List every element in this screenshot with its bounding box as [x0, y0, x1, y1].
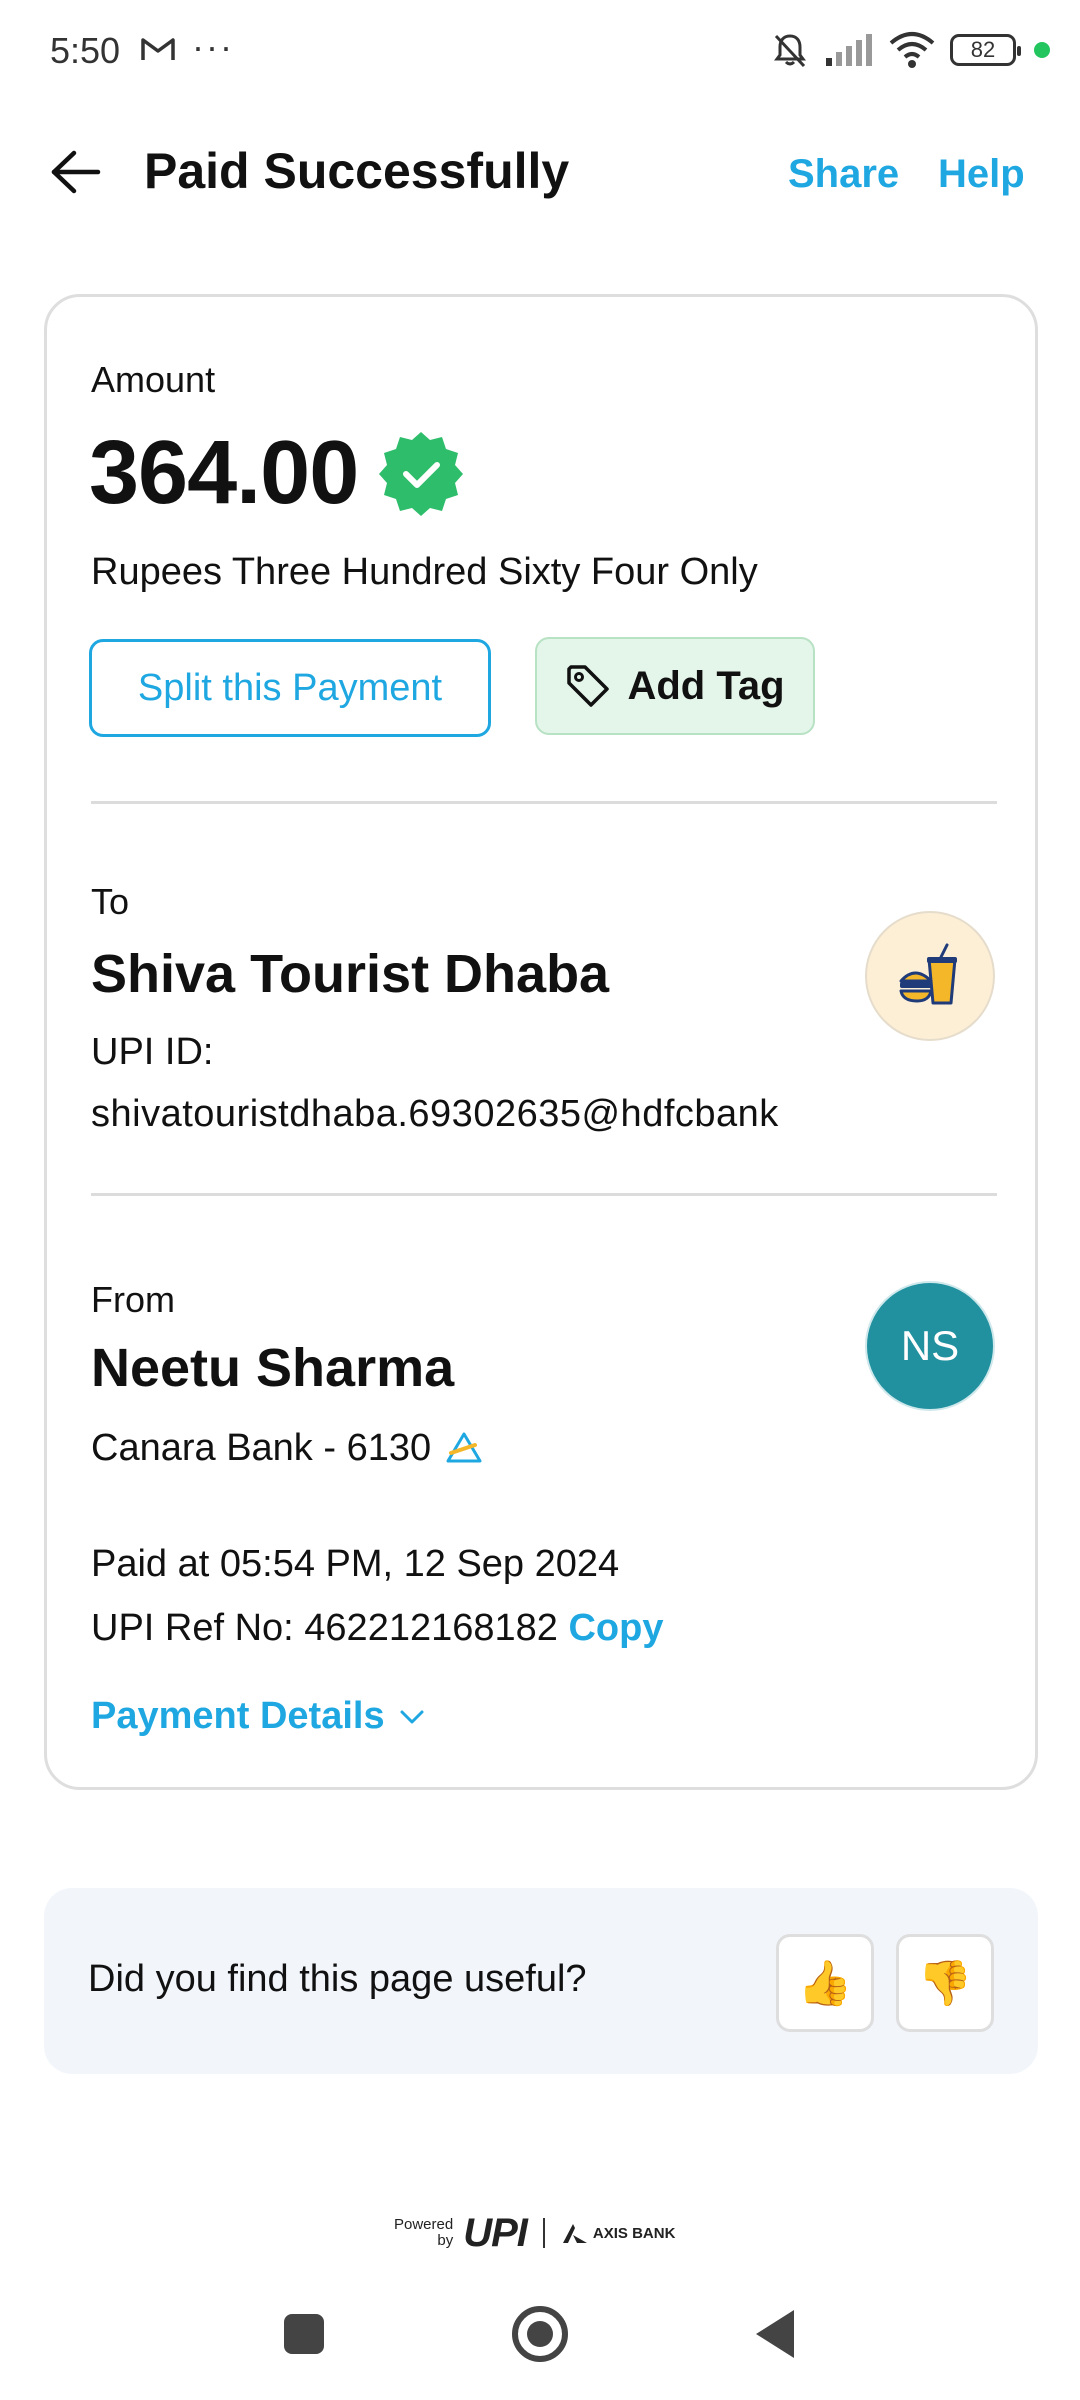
thumbs-down-button[interactable]: 👎: [896, 1934, 994, 2032]
amount-label: Amount: [91, 359, 216, 400]
feedback-question: Did you find this page useful?: [88, 1958, 587, 2000]
privacy-indicator-dot: [1034, 42, 1050, 58]
verified-badge-icon: [379, 432, 464, 516]
more-notifications-icon: ···: [192, 26, 234, 67]
status-time: 5:50: [50, 30, 121, 71]
payee-upi-id: shivatouristdhaba.69302635@hdfcbank: [91, 1093, 779, 1135]
payment-details-label: Payment Details: [91, 1695, 385, 1737]
powered-by-footer: Powered by UPI AXIS BANK: [394, 2208, 675, 2258]
share-link[interactable]: Share: [788, 152, 899, 197]
axis-bank-label: AXIS BANK: [592, 2224, 676, 2242]
mute-bell-icon: [774, 34, 806, 68]
copy-ref-button[interactable]: Copy: [568, 1607, 663, 1649]
thumbs-up-button[interactable]: 👍: [776, 1934, 874, 2032]
from-label: From: [91, 1279, 175, 1320]
payment-details-toggle[interactable]: Payment Details: [91, 1695, 425, 1738]
status-bar: 5:50 ··· 82: [0, 0, 1080, 100]
amount-row: 364.00: [89, 423, 464, 523]
home-button[interactable]: [512, 2306, 568, 2362]
payer-avatar: NS: [865, 1281, 995, 1411]
status-icons: 82: [770, 28, 1050, 72]
payer-initials: NS: [900, 1322, 960, 1369]
payment-card: Amount 364.00 Rupees Three Hundred Sixty…: [44, 294, 1038, 1790]
thumbs-down-icon: 👎: [917, 1959, 973, 2008]
split-payment-button[interactable]: Split this Payment: [89, 639, 491, 737]
to-label: To: [91, 881, 130, 922]
axis-bank-logo-icon: [562, 2224, 587, 2243]
amount-value: 364.00: [89, 422, 359, 523]
upi-ref-row: UPI Ref No: 462212168182 Copy: [91, 1607, 663, 1650]
powered-by-text: Powered by: [394, 2217, 453, 2249]
page-title: Paid Successfully: [144, 143, 570, 199]
help-link[interactable]: Help: [938, 152, 1025, 197]
chevron-down-icon: [400, 1710, 424, 1723]
payer-bank-row: Canara Bank - 6130: [91, 1423, 483, 1473]
canara-bank-logo-icon: [446, 1432, 482, 1463]
gmail-icon: [141, 38, 175, 60]
paid-at-timestamp: Paid at 05:54 PM, 12 Sep 2024: [91, 1543, 620, 1585]
payer-name: Neetu Sharma: [91, 1338, 455, 1398]
divider: [91, 1193, 997, 1196]
upi-ref-number: UPI Ref No: 462212168182: [91, 1607, 558, 1649]
system-back-button[interactable]: [756, 2310, 794, 2358]
axis-bank-logo: AXIS BANK: [561, 2222, 676, 2244]
feedback-panel: Did you find this page useful? 👍 👎: [44, 1888, 1038, 2074]
payer-bank: Canara Bank - 6130: [91, 1426, 432, 1469]
food-icon: [899, 943, 957, 1005]
battery-level: 82: [970, 37, 996, 62]
footer-divider: [542, 2218, 545, 2248]
amount-in-words: Rupees Three Hundred Sixty Four Only: [91, 551, 758, 593]
signal-icon: [826, 34, 872, 66]
upi-id-label: UPI ID:: [91, 1031, 214, 1073]
tag-icon: [567, 665, 610, 707]
battery-icon: 82: [950, 34, 1021, 66]
divider: [91, 801, 997, 804]
arrow-left-icon: [51, 150, 101, 194]
back-button[interactable]: [46, 142, 106, 202]
thumbs-up-icon: 👍: [797, 1959, 853, 2008]
wifi-icon: [889, 32, 935, 68]
add-tag-button[interactable]: Add Tag: [535, 637, 815, 735]
upi-logo: UPI: [463, 2210, 528, 2255]
header: Paid Successfully Share Help: [0, 130, 1080, 210]
payee-name: Shiva Tourist Dhaba: [91, 944, 610, 1004]
recent-apps-button[interactable]: [284, 2314, 324, 2354]
powered-by-line: by: [437, 2232, 454, 2249]
merchant-avatar: [865, 911, 995, 1041]
add-tag-label: Add Tag: [627, 663, 785, 708]
powered-by-line: Powered: [394, 2216, 454, 2233]
